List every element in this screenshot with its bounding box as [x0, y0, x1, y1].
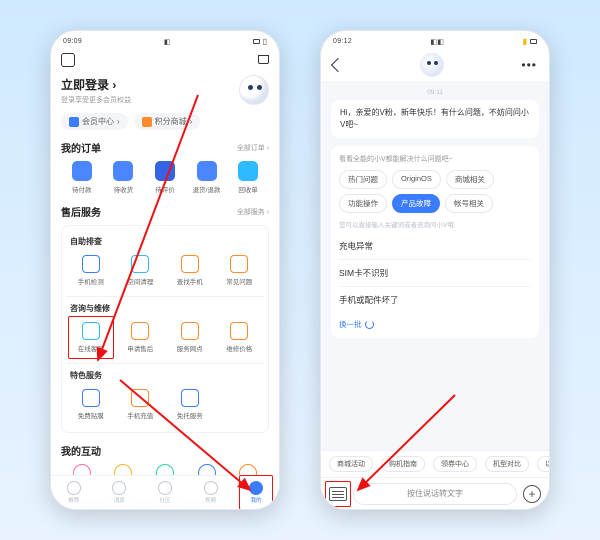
status-bar-2: 09:12 ◧◧ ▮ — [321, 31, 549, 49]
interact-head: 我的互动 — [61, 443, 101, 458]
svc-care[interactable]: 免托服务 — [165, 385, 215, 424]
service-head: 售后服务 — [61, 204, 101, 219]
tag-more[interactable]: 以 — [537, 456, 549, 472]
tag-activity[interactable]: 商城活动 — [329, 456, 373, 472]
service-more[interactable]: 全部服务 › — [237, 207, 269, 217]
faq-charge[interactable]: 充电异常 — [339, 233, 531, 260]
bot-greeting: Hi，亲爱的V粉，新年快乐！有什么问题，不妨问问小V吧~ — [331, 100, 539, 138]
keyboard-icon[interactable] — [329, 487, 347, 501]
tag-compare[interactable]: 机型对比 — [485, 456, 529, 472]
cart-icon[interactable] — [257, 54, 269, 66]
quick-tags: 商城活动 购机指南 领券中心 机型对比 以 — [321, 450, 549, 477]
login-button[interactable]: 立即登录 › — [61, 76, 131, 93]
pill-member[interactable]: 会员中心 › — [61, 113, 128, 130]
nav-mine[interactable]: 我的 — [233, 476, 279, 509]
more-icon[interactable]: ••• — [521, 58, 537, 72]
svc-phone-check[interactable]: 手机检测 — [66, 251, 116, 290]
status-time: 09:09 — [63, 38, 82, 45]
avatar[interactable] — [239, 75, 269, 105]
orders-more[interactable]: 全部订单 › — [237, 143, 269, 153]
headset-icon — [82, 322, 100, 340]
login-sub: 登录享受更多会员权益 — [61, 95, 131, 105]
voice-input[interactable]: 按住说话转文字 — [353, 483, 517, 505]
order-review[interactable]: 待评价 — [144, 161, 186, 194]
svc-apply[interactable]: 申请售后 — [116, 318, 166, 357]
settings-icon[interactable] — [61, 53, 75, 67]
order-ship[interactable]: 待收货 — [103, 161, 145, 194]
svc-clean[interactable]: 空间清理 — [116, 251, 166, 290]
topic-card: 看看全能的小V都能解决什么问题吧~ 热门问题 OriginOS 商城相关 功能操… — [331, 146, 539, 338]
svc-topup[interactable]: 手机充值 — [116, 385, 166, 424]
svc-faq[interactable]: 常见问题 — [215, 251, 265, 290]
service-box: 自助排查 手机检测 空间清理 查找手机 常见问题 咨询与维修 在线客服 申请售后 — [61, 225, 269, 433]
back-icon[interactable] — [331, 58, 345, 72]
chip-mall[interactable]: 商城相关 — [446, 170, 494, 189]
order-pay[interactable]: 待付款 — [61, 161, 103, 194]
chip-function[interactable]: 功能操作 — [339, 194, 387, 213]
pill-points[interactable]: 积分商城 › — [134, 113, 201, 130]
phone-right: 09:12 ◧◧ ▮ ••• 09:11 Hi，亲爱的V粉，新年快乐！有什么问题… — [320, 30, 550, 510]
diamond-icon — [69, 117, 79, 127]
nav-video[interactable]: 视频 — [188, 476, 234, 509]
orders-row: 待付款 待收货 待评价 退货/退款 回收单 — [61, 161, 269, 194]
tag-guide[interactable]: 购机指南 — [381, 456, 425, 472]
status-time-2: 09:12 — [333, 38, 352, 45]
svc-store[interactable]: 服务网点 — [165, 318, 215, 357]
chip-hot[interactable]: 热门问题 — [339, 170, 387, 189]
order-recycle[interactable]: 回收单 — [227, 161, 269, 194]
chip-originos[interactable]: OriginOS — [392, 170, 441, 189]
plus-icon[interactable]: + — [523, 485, 541, 503]
faq-broken[interactable]: 手机或配件坏了 — [339, 287, 531, 313]
nav-msg[interactable]: 消息 — [97, 476, 143, 509]
orders-head: 我的订单 — [61, 140, 101, 155]
svc-online-support[interactable]: 在线客服 — [66, 318, 116, 357]
tag-coupon[interactable]: 领券中心 — [433, 456, 477, 472]
svc-film[interactable]: 免费贴膜 — [66, 385, 116, 424]
chip-account[interactable]: 帐号相关 — [445, 194, 493, 213]
status-bar: 09:09 ◧ ▯ — [51, 31, 279, 49]
nav-recommend[interactable]: 推荐 — [51, 476, 97, 509]
order-refund[interactable]: 退货/退款 — [186, 161, 228, 194]
chip-fault[interactable]: 产品故障 — [392, 194, 440, 213]
nav-community[interactable]: 社区 — [142, 476, 188, 509]
faq-sim[interactable]: SIM卡不识别 — [339, 260, 531, 287]
coin-icon — [142, 117, 152, 127]
svc-find[interactable]: 查找手机 — [165, 251, 215, 290]
refresh-button[interactable]: 换一批 — [339, 319, 531, 330]
bot-avatar — [420, 53, 444, 77]
bottom-nav: 推荐 消息 社区 视频 我的 — [51, 475, 279, 509]
refresh-icon — [365, 320, 374, 329]
chat-timestamp: 09:11 — [331, 89, 539, 96]
phone-left: 09:09 ◧ ▯ 立即登录 › 登录享受更多会员权益 会员中心 › 积分商城 … — [50, 30, 280, 510]
svc-price[interactable]: 维修价格 — [215, 318, 265, 357]
chat-input-bar: 按住说话转文字 + — [321, 477, 549, 509]
